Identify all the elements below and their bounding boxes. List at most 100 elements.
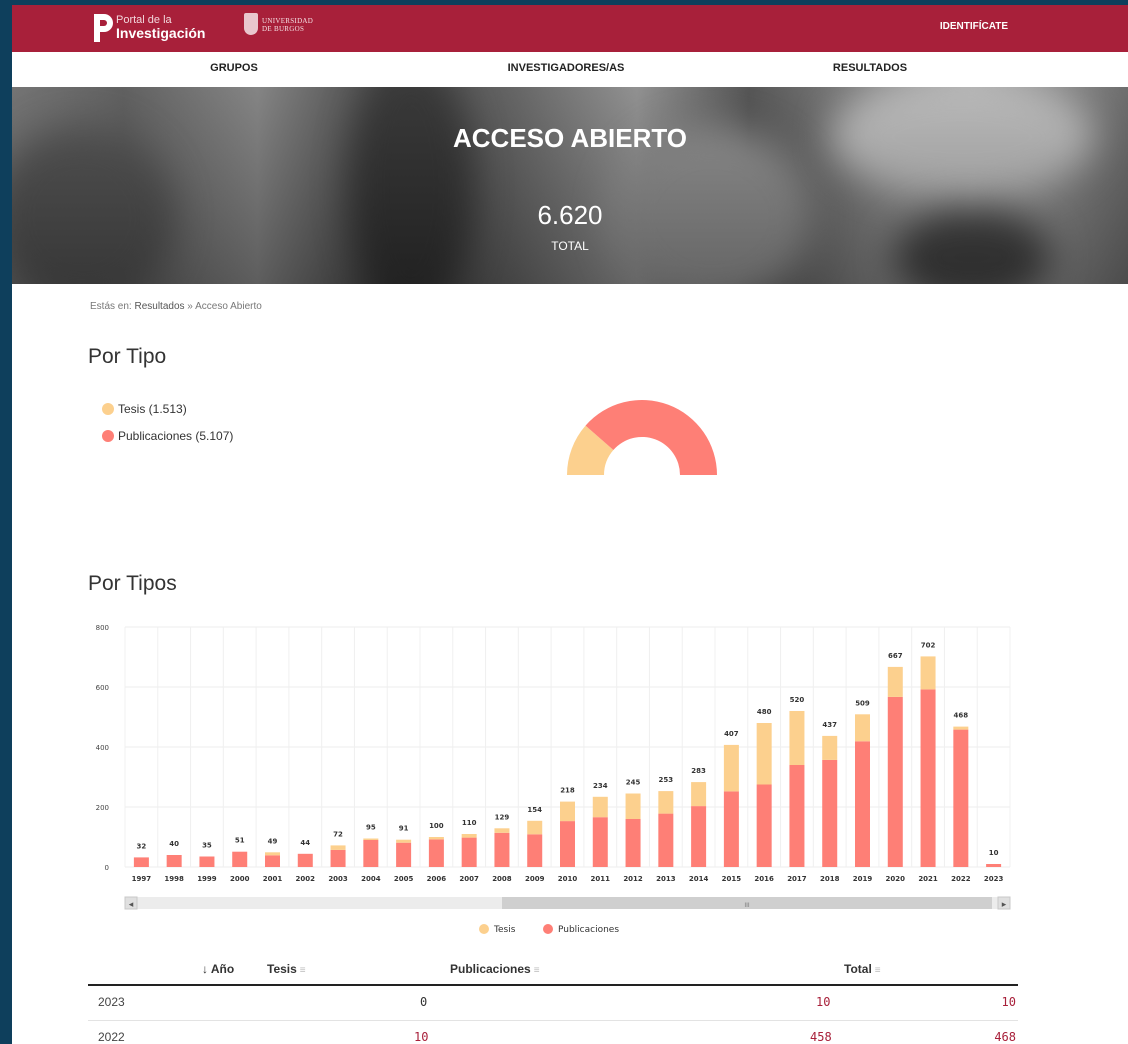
bar-tesis-2009[interactable] bbox=[527, 820, 543, 835]
bar-publicaciones-2016[interactable] bbox=[756, 784, 772, 868]
bar-publicaciones-2007[interactable] bbox=[461, 837, 477, 867]
type-semi-donut-chart bbox=[567, 400, 717, 475]
bar-publicaciones-2019[interactable] bbox=[855, 741, 870, 867]
bar-publicaciones-2003[interactable] bbox=[330, 849, 346, 867]
bar-publicaciones-2010[interactable] bbox=[560, 821, 575, 867]
bar-publicaciones-2012[interactable] bbox=[625, 819, 641, 867]
legend-label-tesis: Tesis (1.513) bbox=[118, 402, 187, 416]
x-tick-label-2005: 2005 bbox=[394, 875, 414, 883]
bar-tesis-2001[interactable] bbox=[265, 852, 280, 856]
x-tick-label-2020: 2020 bbox=[886, 875, 906, 883]
bar-publicaciones-2013[interactable] bbox=[658, 813, 674, 867]
bar-publicaciones-2009[interactable] bbox=[527, 834, 543, 867]
bar-publicaciones-2000[interactable] bbox=[232, 851, 248, 867]
x-tick-label-2015: 2015 bbox=[722, 875, 742, 883]
x-tick-label-1997: 1997 bbox=[132, 875, 152, 883]
bar-tesis-2003[interactable] bbox=[330, 845, 346, 850]
column-header-year[interactable]: ↓ Año bbox=[202, 962, 234, 976]
bar-publicaciones-1998[interactable] bbox=[166, 855, 182, 867]
bar-tesis-2012[interactable] bbox=[625, 793, 641, 820]
y-tick-label: 400 bbox=[96, 744, 109, 752]
bar-tesis-2008[interactable] bbox=[494, 828, 510, 833]
x-tick-label-2008: 2008 bbox=[492, 875, 512, 883]
bar-tesis-2017[interactable] bbox=[789, 711, 805, 765]
column-header-tesis[interactable]: Tesis ≡ bbox=[267, 962, 306, 976]
bar-publicaciones-2008[interactable] bbox=[494, 832, 510, 867]
bar-publicaciones-2011[interactable] bbox=[592, 817, 608, 867]
chart-legend-tesis[interactable]: Tesis bbox=[479, 924, 516, 935]
section-heading-por-tipo: Por Tipo bbox=[88, 345, 167, 368]
bar-tesis-2020[interactable] bbox=[887, 666, 903, 697]
nav-item-resultados[interactable]: RESULTADOS bbox=[833, 62, 907, 74]
chart-legend-publicaciones[interactable]: Publicaciones bbox=[543, 924, 619, 935]
bar-tesis-2005[interactable] bbox=[396, 839, 412, 843]
legend-item-tesis[interactable]: Tesis (1.513) bbox=[102, 402, 187, 416]
bar-tesis-2007[interactable] bbox=[461, 834, 477, 838]
x-tick-label-2016: 2016 bbox=[754, 875, 774, 883]
bar-tesis-2018[interactable] bbox=[822, 735, 838, 760]
breadcrumb-prefix: Estás en: bbox=[90, 301, 132, 312]
cell-tesis: 0 bbox=[420, 995, 428, 1009]
bar-publicaciones-2006[interactable] bbox=[428, 839, 444, 867]
bar-total-label-2008: 129 bbox=[495, 813, 510, 821]
bar-publicaciones-2017[interactable] bbox=[789, 765, 805, 867]
bar-tesis-2014[interactable] bbox=[691, 782, 707, 807]
bar-publicaciones-2020[interactable] bbox=[887, 696, 903, 867]
column-header-total[interactable]: Total ≡ bbox=[844, 962, 881, 976]
bar-total-label-2002: 44 bbox=[300, 839, 310, 847]
legend-item-publicaciones[interactable]: Publicaciones (5.107) bbox=[102, 429, 233, 443]
x-tick-label-2011: 2011 bbox=[591, 875, 611, 883]
breadcrumb: Estás en: Resultados » Acceso Abierto bbox=[90, 301, 262, 312]
bar-publicaciones-2014[interactable] bbox=[691, 806, 707, 867]
bar-tesis-2013[interactable] bbox=[658, 791, 674, 814]
table-row[interactable]: 2023 0 10 10 bbox=[88, 986, 1018, 1021]
bar-tesis-2016[interactable] bbox=[756, 723, 772, 785]
y-tick-label: 800 bbox=[96, 624, 109, 632]
bar-publicaciones-1999[interactable] bbox=[199, 856, 215, 868]
bar-publicaciones-2002[interactable] bbox=[297, 853, 313, 867]
portal-logo-icon bbox=[94, 14, 113, 42]
bar-total-label-2012: 245 bbox=[626, 779, 641, 787]
bar-tesis-2011[interactable] bbox=[592, 796, 608, 818]
bar-total-label-2009: 154 bbox=[527, 806, 542, 814]
bar-publicaciones-2022[interactable] bbox=[953, 729, 969, 867]
portal-logo[interactable]: Portal de la Investigación bbox=[92, 12, 232, 46]
bar-publicaciones-2005[interactable] bbox=[396, 842, 412, 867]
filter-icon: ≡ bbox=[874, 965, 881, 976]
nav-item-investigadores[interactable]: INVESTIGADORES/AS bbox=[508, 62, 625, 74]
x-tick-label-1998: 1998 bbox=[164, 875, 184, 883]
x-tick-label-2004: 2004 bbox=[361, 875, 381, 883]
legend-text-tesis: Tesis bbox=[493, 925, 516, 935]
bar-tesis-2010[interactable] bbox=[560, 801, 575, 822]
nav-item-grupos[interactable]: GRUPOS bbox=[210, 62, 258, 74]
bar-publicaciones-1997[interactable] bbox=[133, 857, 149, 867]
bar-tesis-2022[interactable] bbox=[953, 726, 969, 730]
bar-tesis-2015[interactable] bbox=[723, 744, 739, 792]
university-logo[interactable]: UNIVERSIDAD DE BURGOS bbox=[244, 13, 334, 43]
bar-total-label-2014: 283 bbox=[691, 767, 706, 775]
x-tick-label-2006: 2006 bbox=[427, 875, 447, 883]
table-row[interactable]: 2022 10 458 468 bbox=[88, 1021, 1018, 1044]
bar-tesis-2006[interactable] bbox=[428, 837, 444, 840]
bar-publicaciones-2021[interactable] bbox=[920, 689, 936, 867]
column-header-publicaciones[interactable]: Publicaciones ≡ bbox=[450, 962, 540, 976]
main-nav: GRUPOS INVESTIGADORES/AS RESULTADOS bbox=[12, 52, 1128, 87]
bar-publicaciones-2023[interactable] bbox=[986, 864, 1002, 867]
bar-tesis-2019[interactable] bbox=[855, 714, 870, 742]
filter-icon: ≡ bbox=[299, 965, 306, 976]
breadcrumb-resultados[interactable]: Resultados bbox=[134, 301, 184, 312]
bar-total-label-2016: 480 bbox=[757, 708, 772, 716]
bar-publicaciones-2015[interactable] bbox=[723, 791, 739, 867]
bar-total-label-2007: 110 bbox=[462, 819, 477, 827]
bar-publicaciones-2004[interactable] bbox=[363, 840, 379, 867]
top-bar: Portal de la Investigación UNIVERSIDAD D… bbox=[12, 5, 1128, 52]
x-tick-label-2000: 2000 bbox=[230, 875, 250, 883]
bar-publicaciones-2001[interactable] bbox=[265, 855, 280, 867]
x-tick-label-2012: 2012 bbox=[623, 875, 643, 883]
login-link[interactable]: IDENTIFÍCATE bbox=[940, 21, 1008, 32]
bar-tesis-2021[interactable] bbox=[920, 656, 936, 690]
bar-total-label-2011: 234 bbox=[593, 782, 608, 790]
legend-dot-publicaciones bbox=[543, 924, 553, 934]
bar-tesis-2004[interactable] bbox=[363, 838, 379, 841]
bar-publicaciones-2018[interactable] bbox=[822, 759, 838, 867]
